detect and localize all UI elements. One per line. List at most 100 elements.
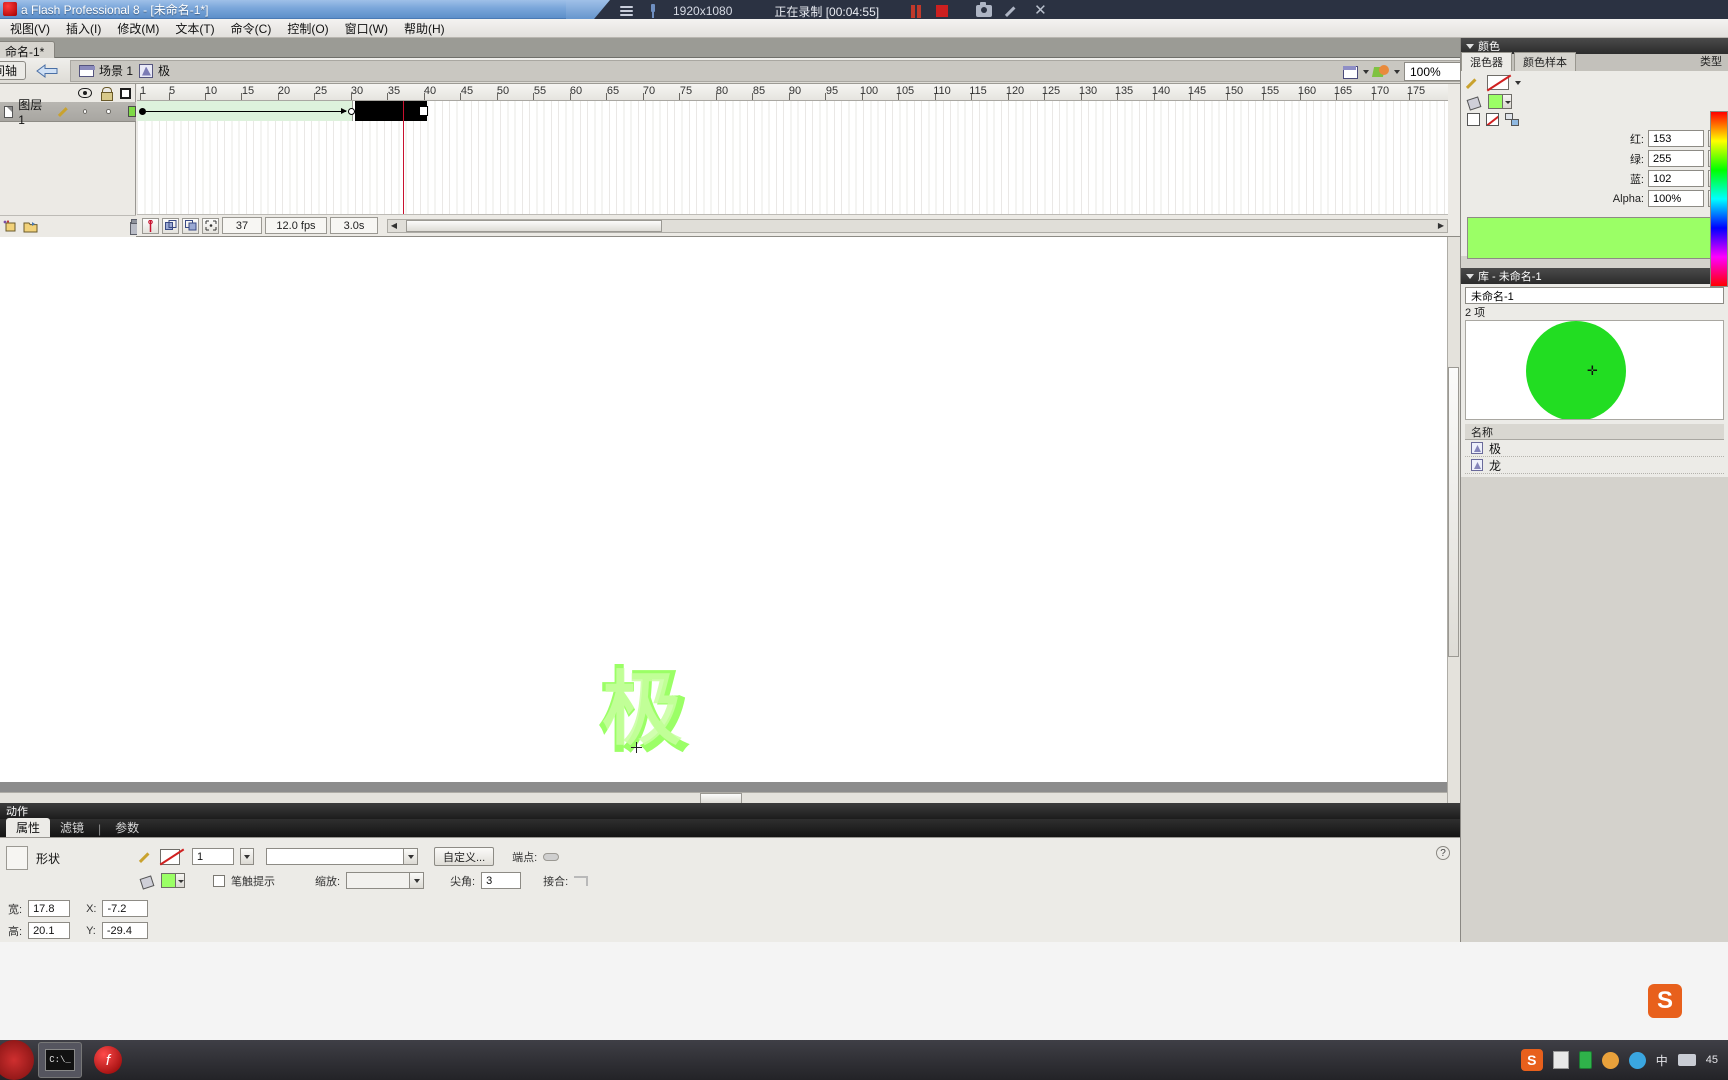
timeline-frames-area[interactable] [137,101,1448,214]
stroke-pencil-icon[interactable] [1467,76,1481,90]
scrollbar-thumb[interactable] [406,219,662,232]
recorder-annotate-button[interactable] [1006,4,1020,18]
swap-colors-icon[interactable] [1505,113,1519,126]
tab-mixer[interactable]: 混色器 [1461,52,1512,71]
color-spectrum-strip[interactable] [1710,111,1728,287]
miter-input[interactable]: 3 [481,872,522,889]
stroke-style-combo[interactable] [266,848,418,865]
custom-stroke-button[interactable]: 自定义... [434,847,495,866]
notepad-icon[interactable] [1552,1051,1569,1069]
stroke-width-stepper[interactable] [240,848,254,865]
taskbar-item-flash[interactable]: f [86,1042,130,1078]
library-list-item[interactable]: 极 [1465,440,1724,457]
lock-icon[interactable] [101,87,113,101]
black-frames-span[interactable] [355,101,427,121]
timeline-panel-tab[interactable]: 间轴 [0,61,27,80]
timeline-horizontal-scrollbar[interactable]: ◀ ▶ [387,218,1448,233]
layer-name[interactable]: 图层 1 [18,96,42,127]
keyframe-start[interactable] [139,108,146,115]
menu-item-2[interactable]: 修改(M) [109,18,167,39]
onion-skin-icon[interactable] [142,217,159,234]
layer-lock-toggle[interactable] [106,109,111,114]
menu-item-5[interactable]: 控制(O) [279,18,336,39]
edit-scene-icon[interactable] [1342,64,1359,80]
y-input[interactable]: -29.4 [101,922,148,939]
chevron-down-icon[interactable] [409,873,424,888]
recorder-pin-button[interactable] [647,4,659,18]
layer-visibility-toggle[interactable] [83,109,88,114]
sogou-icon[interactable]: S [1520,1049,1543,1071]
fps-field[interactable]: 12.0 fps [265,217,327,234]
chevron-down-icon[interactable] [1466,43,1474,49]
stage-canvas[interactable]: 极 极 [0,237,1447,782]
breadcrumb-scene[interactable]: 场景 1 [79,62,133,79]
breadcrumb-symbol[interactable]: 极 [139,62,170,79]
keyboard-icon[interactable] [1677,1054,1696,1066]
tab-swatches[interactable]: 颜色样本 [1514,52,1576,71]
help-icon[interactable]: ? [1436,846,1450,860]
insert-folder-icon[interactable] [23,219,38,234]
blue-input[interactable]: 102 [1648,170,1704,187]
edit-multiple-icon[interactable] [182,217,199,234]
modify-onion-markers-icon[interactable] [202,217,219,234]
menu-item-4[interactable]: 命令(C) [223,18,280,39]
height-input[interactable]: 20.1 [28,922,71,939]
layer-outline-color[interactable] [127,106,137,117]
recorder-stop-button[interactable] [936,5,949,17]
library-list-item[interactable]: 龙 [1465,457,1724,474]
no-color-icon[interactable] [1486,113,1499,126]
keyframe-end[interactable] [348,108,355,115]
recorder-screenshot-button[interactable] [976,2,993,17]
eye-icon[interactable] [78,88,92,98]
menu-item-0[interactable]: 视图(V) [2,18,58,39]
stroke-hint-checkbox[interactable] [213,874,225,887]
cap-round-icon[interactable] [543,852,560,861]
menu-item-6[interactable]: 窗口(W) [337,18,396,39]
library-panel-header[interactable]: 库 - 未命名-1 [1461,268,1728,284]
blank-keyframe[interactable] [419,106,428,116]
fill-bucket-icon[interactable] [1467,95,1482,109]
actions-panel-header[interactable]: 动作 [0,803,1460,819]
timeline-ruler[interactable]: 1 5 10 15 20 25 30 35 40 45 50 55 60 65 … [137,84,1448,101]
tab-properties[interactable]: 属性 [6,818,51,837]
green-input[interactable]: 255 [1648,150,1704,167]
library-document-combo[interactable]: 未命名-1 [1465,287,1724,304]
insert-layer-icon[interactable] [3,219,17,234]
outline-box-icon[interactable] [120,87,131,99]
black-white-icon[interactable] [1467,113,1480,126]
menu-item-1[interactable]: 插入(I) [58,18,109,39]
x-input[interactable]: -7.2 [102,900,149,917]
sogou-icon[interactable]: S [1648,984,1682,1018]
fill-color-swatch[interactable] [161,873,185,888]
width-input[interactable]: 17.8 [28,900,71,917]
tab-parameters[interactable]: 参数 [105,818,149,837]
battery-icon[interactable] [1578,1051,1592,1069]
chevron-down-icon[interactable] [1363,69,1369,74]
current-frame-field[interactable]: 37 [222,217,262,234]
start-orb-icon[interactable] [0,1040,34,1080]
fill-bucket-icon[interactable] [140,874,155,888]
chat-icon[interactable] [1628,1051,1646,1069]
document-tab[interactable]: 命名-1* [0,41,56,59]
stage-vertical-scrollbar[interactable] [1447,237,1460,805]
menu-item-3[interactable]: 文本(T) [167,18,222,39]
stroke-pencil-icon[interactable] [140,850,154,864]
stage-artwork[interactable]: 极 极 [598,666,690,776]
ime-icon[interactable]: 中 [1656,1052,1668,1069]
chevron-down-icon[interactable] [1466,273,1474,279]
alpha-input[interactable]: 100% [1648,190,1704,207]
tab-filters[interactable]: 滤镜 [50,818,94,837]
join-round-icon[interactable] [574,875,589,886]
edit-symbol-icon[interactable] [1373,64,1390,80]
taskbar-item-command-prompt[interactable]: C:\_ [38,1042,82,1078]
recorder-pause-button[interactable] [911,4,922,18]
chevron-down-icon[interactable] [403,849,417,864]
layer-row[interactable]: 图层 1 [0,98,137,127]
recorder-close-button[interactable]: ✕ [1034,3,1047,18]
scale-combo[interactable] [346,872,425,889]
clock[interactable]: 45 [1706,1054,1718,1066]
shield-icon[interactable] [1601,1051,1619,1069]
onion-outline-icon[interactable] [162,217,179,234]
chevron-down-icon[interactable] [1515,80,1521,85]
no-color-icon[interactable] [1487,75,1509,90]
